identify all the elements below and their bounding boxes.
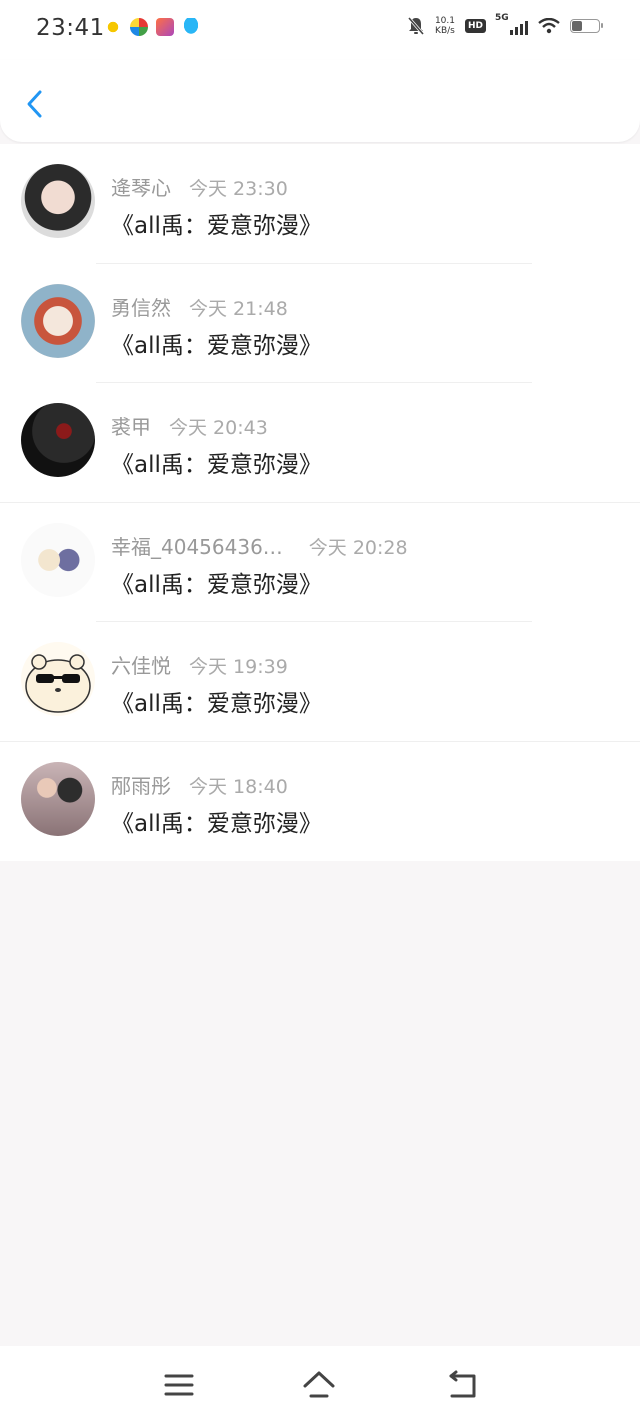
signal-icon: 5G (495, 13, 528, 35)
back-button[interactable] (20, 84, 52, 124)
message-text: 《all禹：爱意弥漫》 (111, 810, 322, 837)
avatar[interactable] (21, 761, 95, 836)
message-time: 今天 23:30 (189, 178, 288, 200)
sender-name[interactable]: 六佳悦 (111, 650, 171, 679)
avatar[interactable] (21, 522, 95, 597)
message-time: 今天 20:43 (169, 417, 268, 439)
back-icon (449, 1370, 476, 1398)
message-text: 《all禹：爱意弥漫》 (111, 213, 322, 239)
message-text: 《all禹：爱意弥漫》 (111, 691, 322, 717)
wifi-icon (538, 18, 560, 34)
message-text: 《all禹：爱意弥漫》 (111, 571, 322, 598)
sender-name[interactable]: 幸福_40456436… (111, 531, 283, 560)
menu-button[interactable] (162, 1368, 196, 1402)
message-text: 《all禹：爱意弥漫》 (111, 332, 322, 359)
battery-fill (572, 21, 583, 31)
home-button[interactable] (302, 1368, 336, 1402)
app-notification-icon (156, 18, 174, 36)
sender-name[interactable]: 邴雨彤 (111, 770, 171, 799)
sender-name[interactable]: 勇信然 (111, 292, 171, 321)
hd-badge: HD (464, 19, 486, 33)
header (0, 60, 640, 142)
status-indicators: 10.1 KB/s HD 5G (407, 13, 603, 36)
message-row[interactable]: 裘甲 今天 20:43 《all禹：爱意弥漫》 (0, 383, 640, 503)
sunglasses-bear-icon (25, 654, 91, 713)
chevron-left-icon (27, 90, 42, 118)
message-row[interactable]: 邴雨彤 今天 18:40 《all禹：爱意弥漫》 (0, 742, 640, 862)
notification-icons (104, 18, 200, 36)
message-row[interactable]: 逄琴心 今天 23:30 《all禹：爱意弥漫》 (0, 144, 640, 264)
avatar[interactable] (21, 403, 95, 477)
message-time: 今天 21:48 (189, 297, 288, 320)
message-time: 今天 19:39 (189, 656, 288, 678)
message-row[interactable]: 勇信然 今天 21:48 《all禹：爱意弥漫》 (0, 264, 640, 384)
message-time: 今天 18:40 (189, 775, 288, 798)
status-time: 23:41 (36, 15, 105, 41)
bell-muted-icon (407, 17, 425, 35)
app-notification-icon (130, 18, 148, 36)
message-row[interactable]: 幸福_40456436… 今天 20:28 《all禹：爱意弥漫》 (0, 503, 640, 623)
system-nav-bar (0, 1346, 640, 1422)
message-list: 逄琴心 今天 23:30 《all禹：爱意弥漫》 勇信然 今天 21:48 《a… (0, 144, 640, 861)
network-speed: 10.1 KB/s (435, 16, 455, 36)
network-type: 5G (495, 13, 509, 23)
status-bar: 23:41 10.1 KB/s HD 5G (0, 0, 640, 60)
avatar[interactable] (21, 642, 95, 716)
avatar[interactable] (21, 283, 95, 358)
network-speed-value: 10.1 (434, 16, 455, 26)
message-time: 今天 20:28 (308, 536, 408, 559)
message-row[interactable]: 六佳悦 今天 19:39 《all禹：爱意弥漫》 (0, 622, 640, 742)
qq-icon (182, 18, 200, 36)
message-text: 《all禹：爱意弥漫》 (111, 452, 322, 478)
sender-name[interactable]: 裘甲 (111, 411, 151, 440)
home-icon (303, 1371, 335, 1398)
menu-icon (164, 1374, 194, 1396)
avatar[interactable] (21, 164, 95, 238)
battery-icon (570, 19, 603, 33)
network-speed-unit: KB/s (435, 26, 455, 36)
sender-name[interactable]: 逄琴心 (111, 172, 171, 201)
app-notification-icon (104, 18, 122, 36)
back-nav-button[interactable] (446, 1368, 480, 1402)
